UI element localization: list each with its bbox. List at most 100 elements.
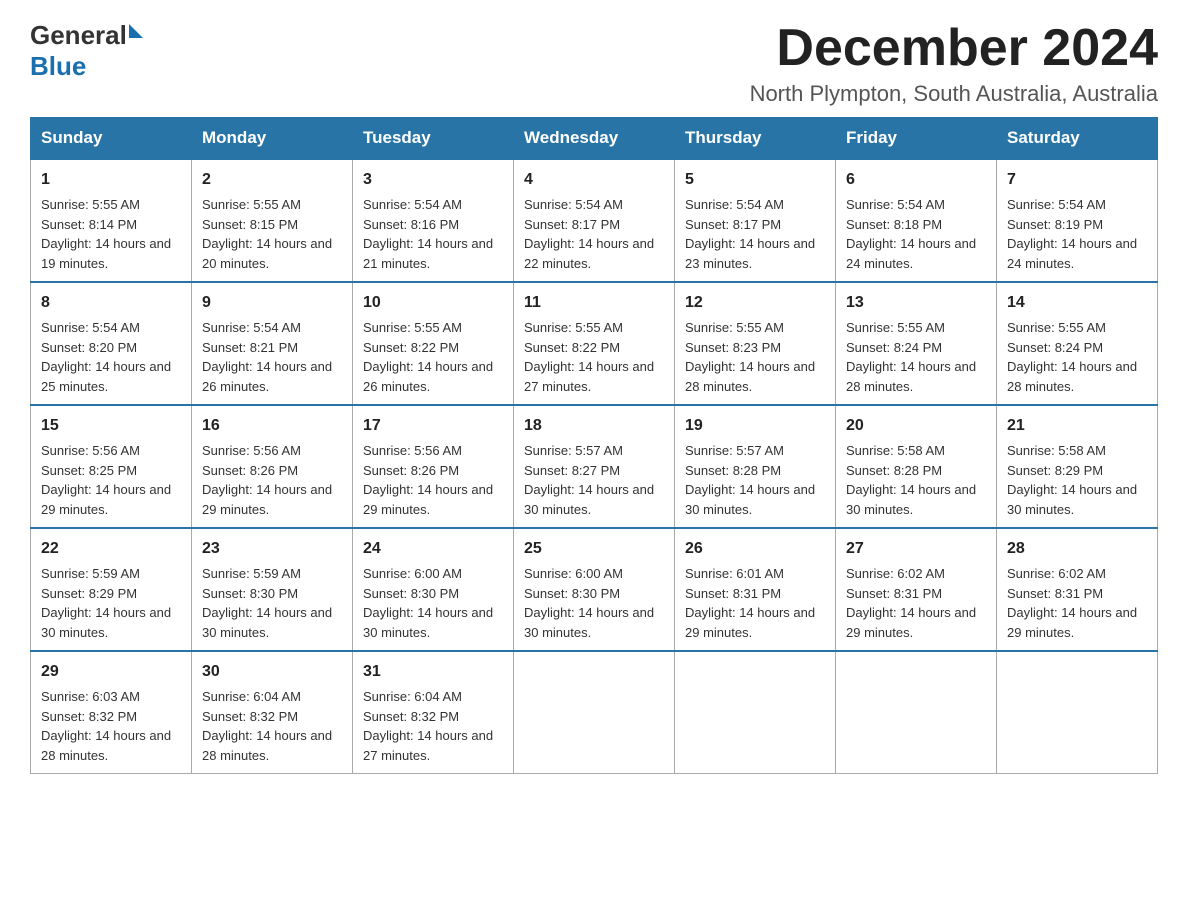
table-row: 2 Sunrise: 5:55 AM Sunset: 8:15 PM Dayli… (192, 159, 353, 282)
header-monday: Monday (192, 118, 353, 160)
day-sunset: Sunset: 8:16 PM (363, 217, 459, 232)
logo-triangle-icon (129, 24, 143, 38)
header-wednesday: Wednesday (514, 118, 675, 160)
day-sunset: Sunset: 8:32 PM (363, 709, 459, 724)
header-friday: Friday (836, 118, 997, 160)
day-daylight: Daylight: 14 hours and 30 minutes. (1007, 482, 1137, 517)
day-sunset: Sunset: 8:18 PM (846, 217, 942, 232)
day-daylight: Daylight: 14 hours and 26 minutes. (363, 359, 493, 394)
day-number: 19 (685, 414, 825, 438)
table-row: 12 Sunrise: 5:55 AM Sunset: 8:23 PM Dayl… (675, 282, 836, 405)
table-row: 29 Sunrise: 6:03 AM Sunset: 8:32 PM Dayl… (31, 651, 192, 774)
table-row: 25 Sunrise: 6:00 AM Sunset: 8:30 PM Dayl… (514, 528, 675, 651)
day-number: 10 (363, 291, 503, 315)
day-daylight: Daylight: 14 hours and 24 minutes. (846, 236, 976, 271)
day-number: 28 (1007, 537, 1147, 561)
table-row: 14 Sunrise: 5:55 AM Sunset: 8:24 PM Dayl… (997, 282, 1158, 405)
day-number: 18 (524, 414, 664, 438)
day-number: 27 (846, 537, 986, 561)
day-sunset: Sunset: 8:30 PM (202, 586, 298, 601)
day-sunrise: Sunrise: 5:55 AM (685, 320, 784, 335)
day-daylight: Daylight: 14 hours and 29 minutes. (685, 605, 815, 640)
weekday-header-row: Sunday Monday Tuesday Wednesday Thursday… (31, 118, 1158, 160)
day-sunrise: Sunrise: 5:57 AM (524, 443, 623, 458)
day-daylight: Daylight: 14 hours and 28 minutes. (846, 359, 976, 394)
logo-blue-text: Blue (30, 51, 86, 81)
day-sunrise: Sunrise: 6:00 AM (363, 566, 462, 581)
day-sunset: Sunset: 8:31 PM (1007, 586, 1103, 601)
day-number: 4 (524, 168, 664, 192)
day-number: 9 (202, 291, 342, 315)
day-number: 25 (524, 537, 664, 561)
day-sunrise: Sunrise: 5:58 AM (1007, 443, 1106, 458)
day-sunrise: Sunrise: 5:57 AM (685, 443, 784, 458)
table-row: 13 Sunrise: 5:55 AM Sunset: 8:24 PM Dayl… (836, 282, 997, 405)
day-number: 14 (1007, 291, 1147, 315)
table-row: 19 Sunrise: 5:57 AM Sunset: 8:28 PM Dayl… (675, 405, 836, 528)
day-number: 16 (202, 414, 342, 438)
day-number: 15 (41, 414, 181, 438)
day-sunrise: Sunrise: 6:02 AM (1007, 566, 1106, 581)
table-row: 27 Sunrise: 6:02 AM Sunset: 8:31 PM Dayl… (836, 528, 997, 651)
table-row: 28 Sunrise: 6:02 AM Sunset: 8:31 PM Dayl… (997, 528, 1158, 651)
day-sunset: Sunset: 8:27 PM (524, 463, 620, 478)
location-subtitle: North Plympton, South Australia, Austral… (750, 81, 1158, 107)
day-sunset: Sunset: 8:28 PM (846, 463, 942, 478)
day-daylight: Daylight: 14 hours and 27 minutes. (524, 359, 654, 394)
day-sunrise: Sunrise: 5:55 AM (363, 320, 462, 335)
table-row: 21 Sunrise: 5:58 AM Sunset: 8:29 PM Dayl… (997, 405, 1158, 528)
week-row-1: 1 Sunrise: 5:55 AM Sunset: 8:14 PM Dayli… (31, 159, 1158, 282)
day-sunrise: Sunrise: 5:54 AM (1007, 197, 1106, 212)
day-daylight: Daylight: 14 hours and 25 minutes. (41, 359, 171, 394)
table-row: 18 Sunrise: 5:57 AM Sunset: 8:27 PM Dayl… (514, 405, 675, 528)
day-sunset: Sunset: 8:19 PM (1007, 217, 1103, 232)
day-daylight: Daylight: 14 hours and 28 minutes. (1007, 359, 1137, 394)
day-daylight: Daylight: 14 hours and 30 minutes. (524, 482, 654, 517)
table-row: 17 Sunrise: 5:56 AM Sunset: 8:26 PM Dayl… (353, 405, 514, 528)
day-number: 1 (41, 168, 181, 192)
day-sunset: Sunset: 8:23 PM (685, 340, 781, 355)
day-daylight: Daylight: 14 hours and 29 minutes. (846, 605, 976, 640)
table-row (836, 651, 997, 774)
logo-general-text: General (30, 20, 127, 51)
day-sunset: Sunset: 8:22 PM (524, 340, 620, 355)
day-sunrise: Sunrise: 5:55 AM (524, 320, 623, 335)
day-sunset: Sunset: 8:17 PM (524, 217, 620, 232)
day-daylight: Daylight: 14 hours and 28 minutes. (202, 728, 332, 763)
day-number: 2 (202, 168, 342, 192)
day-sunrise: Sunrise: 6:02 AM (846, 566, 945, 581)
day-sunrise: Sunrise: 6:04 AM (202, 689, 301, 704)
table-row: 8 Sunrise: 5:54 AM Sunset: 8:20 PM Dayli… (31, 282, 192, 405)
table-row: 9 Sunrise: 5:54 AM Sunset: 8:21 PM Dayli… (192, 282, 353, 405)
day-number: 13 (846, 291, 986, 315)
day-number: 12 (685, 291, 825, 315)
day-number: 5 (685, 168, 825, 192)
day-sunset: Sunset: 8:21 PM (202, 340, 298, 355)
table-row: 31 Sunrise: 6:04 AM Sunset: 8:32 PM Dayl… (353, 651, 514, 774)
day-sunset: Sunset: 8:31 PM (685, 586, 781, 601)
day-sunset: Sunset: 8:30 PM (363, 586, 459, 601)
week-row-2: 8 Sunrise: 5:54 AM Sunset: 8:20 PM Dayli… (31, 282, 1158, 405)
day-sunset: Sunset: 8:29 PM (1007, 463, 1103, 478)
day-sunrise: Sunrise: 6:00 AM (524, 566, 623, 581)
table-row: 10 Sunrise: 5:55 AM Sunset: 8:22 PM Dayl… (353, 282, 514, 405)
day-sunset: Sunset: 8:32 PM (41, 709, 137, 724)
day-sunrise: Sunrise: 5:59 AM (202, 566, 301, 581)
day-sunrise: Sunrise: 6:01 AM (685, 566, 784, 581)
day-number: 29 (41, 660, 181, 684)
header-sunday: Sunday (31, 118, 192, 160)
table-row: 5 Sunrise: 5:54 AM Sunset: 8:17 PM Dayli… (675, 159, 836, 282)
day-sunrise: Sunrise: 5:54 AM (202, 320, 301, 335)
day-sunset: Sunset: 8:24 PM (846, 340, 942, 355)
table-row: 16 Sunrise: 5:56 AM Sunset: 8:26 PM Dayl… (192, 405, 353, 528)
logo: General Blue (30, 20, 143, 82)
day-number: 11 (524, 291, 664, 315)
day-daylight: Daylight: 14 hours and 21 minutes. (363, 236, 493, 271)
table-row: 24 Sunrise: 6:00 AM Sunset: 8:30 PM Dayl… (353, 528, 514, 651)
table-row (675, 651, 836, 774)
day-sunrise: Sunrise: 5:54 AM (846, 197, 945, 212)
table-row: 1 Sunrise: 5:55 AM Sunset: 8:14 PM Dayli… (31, 159, 192, 282)
day-sunset: Sunset: 8:17 PM (685, 217, 781, 232)
week-row-5: 29 Sunrise: 6:03 AM Sunset: 8:32 PM Dayl… (31, 651, 1158, 774)
day-number: 21 (1007, 414, 1147, 438)
